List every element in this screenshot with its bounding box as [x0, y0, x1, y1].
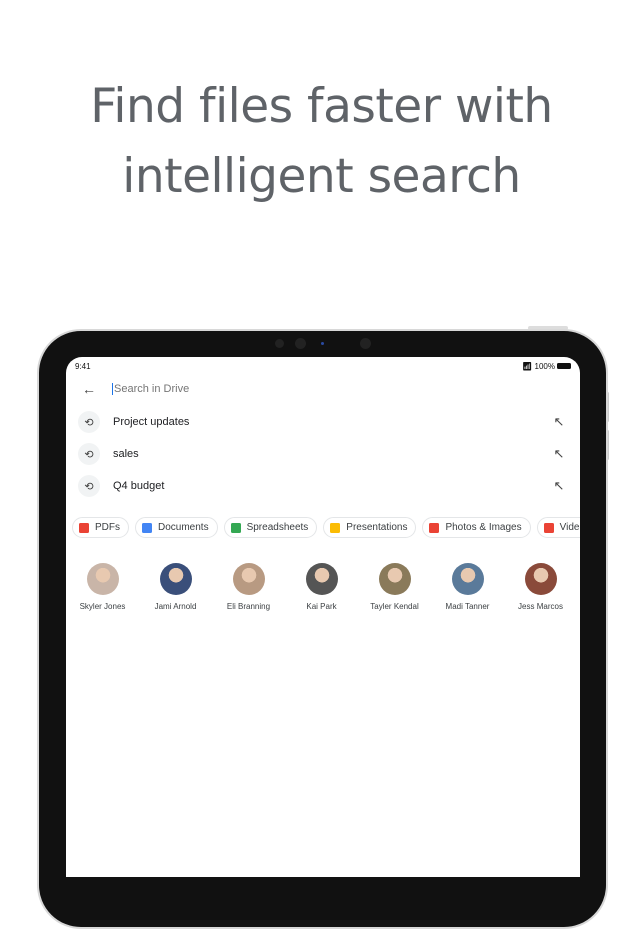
avatar [305, 563, 338, 595]
status-bar: 9:41 📶︎ 100% [75, 360, 571, 372]
chip-label: Presentations [346, 522, 408, 533]
back-arrow-icon[interactable]: ← [66, 381, 112, 397]
recent-search-item[interactable]: ⟲ Q4 budget ↖ [66, 473, 580, 499]
fill-query-arrow-icon[interactable]: ↖ [544, 446, 574, 462]
person-item[interactable]: Tayler Kendal [358, 563, 431, 611]
filter-chip[interactable]: PDFs [72, 517, 129, 538]
person-name: Eli Branning [226, 602, 271, 611]
chip-label: Videos [559, 522, 580, 533]
chip-label: PDFs [95, 522, 120, 533]
person-name: Skyler Jones [79, 602, 126, 611]
person-name: Jess Marcos [518, 602, 563, 611]
camera [321, 342, 324, 345]
person-name: Jami Arnold [154, 602, 197, 611]
person-item[interactable]: Eli Branning [212, 563, 285, 611]
person-name: Madi Tanner [445, 602, 490, 611]
person-name: Kai Park [306, 602, 337, 611]
person-item[interactable]: Jami Arnold [139, 563, 212, 611]
fill-query-arrow-icon[interactable]: ↖ [544, 478, 574, 494]
person-item[interactable]: Skyler Jones [66, 563, 139, 611]
filter-chip[interactable]: Photos & Images [422, 517, 531, 538]
file-type-icon [79, 522, 89, 533]
filter-chip[interactable]: Videos [536, 517, 580, 538]
headline: Find files faster with intelligent searc… [0, 72, 643, 212]
people-row: Skyler Jones Jami Arnold Eli Branning Kai P… [66, 563, 577, 611]
person-item[interactable]: Jess Marcos [504, 563, 577, 611]
filter-chip[interactable]: Documents [135, 517, 218, 538]
recent-search-item[interactable]: ⟲ sales ↖ [66, 441, 580, 467]
recent-search-label: Q4 budget [113, 480, 165, 492]
recent-search-item[interactable]: ⟲ Project updates ↖ [66, 409, 580, 435]
search-input[interactable] [112, 383, 412, 395]
sensor [275, 339, 284, 348]
file-type-icon [330, 522, 341, 533]
avatar [86, 563, 119, 595]
recent-search-label: Project updates [113, 416, 190, 428]
headline-line-2: intelligent search [122, 149, 521, 204]
filter-chip[interactable]: Spreadsheets [223, 517, 318, 538]
fill-query-arrow-icon[interactable]: ↖ [544, 414, 574, 430]
avatar [524, 563, 557, 595]
history-icon: ⟲ [78, 475, 100, 497]
chip-label: Photos & Images [445, 522, 522, 533]
avatar [232, 563, 265, 595]
file-type-icon [543, 522, 554, 533]
avatar [378, 563, 411, 595]
avatar [451, 563, 484, 595]
filter-chip[interactable]: Presentations [323, 517, 417, 538]
history-icon: ⟲ [78, 443, 100, 465]
battery-icon [557, 363, 571, 370]
person-item[interactable]: Madi Tanner [431, 563, 504, 611]
search-bar: ← [66, 379, 580, 399]
file-type-icon [142, 522, 152, 533]
screen: 9:41 📶︎ 100% ← ⟲ Project updates ↖ ⟲ sal… [66, 357, 580, 877]
chip-label: Spreadsheets [246, 522, 309, 533]
file-type-icon [429, 522, 440, 533]
sensor [295, 338, 306, 349]
battery-percent: 100% [534, 361, 555, 371]
person-name: Tayler Kendal [370, 602, 419, 611]
recent-search-label: sales [113, 448, 139, 460]
file-type-icon [230, 522, 241, 533]
status-time: 9:41 [75, 361, 91, 371]
wifi-icon: 📶︎ [522, 361, 533, 371]
person-item[interactable]: Kai Park [285, 563, 358, 611]
chip-label: Documents [158, 522, 209, 533]
headline-line-1: Find files faster with [90, 79, 553, 134]
history-icon: ⟲ [78, 411, 100, 433]
filter-chips: PDFs Documents Spreadsheets Presentations Ph… [72, 517, 580, 538]
avatar [159, 563, 192, 595]
sensor [360, 338, 371, 349]
